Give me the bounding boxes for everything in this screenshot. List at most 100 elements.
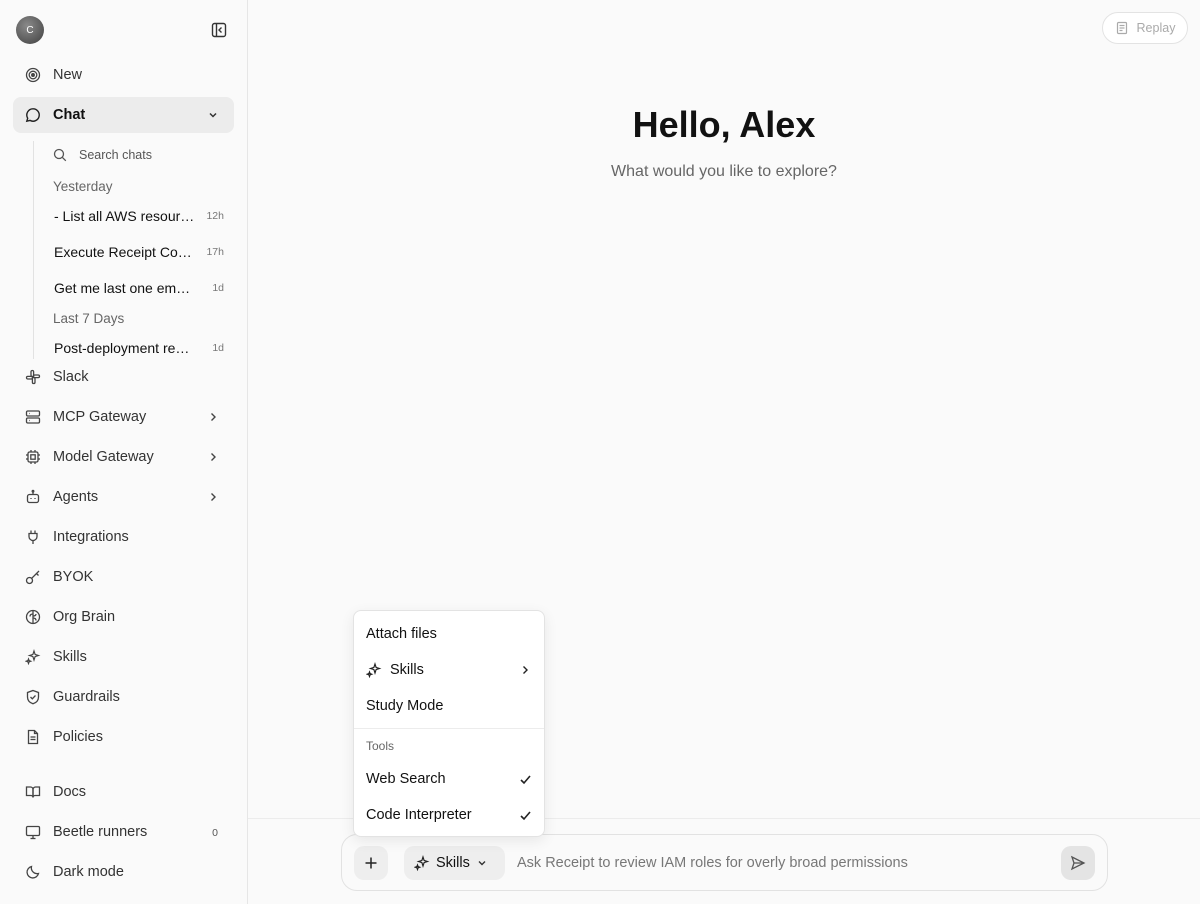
nav-policies[interactable]: Policies <box>13 719 234 755</box>
menu-code-interpreter[interactable]: Code Interpreter <box>366 804 534 826</box>
chat-title: Post-deployment readiness <box>54 340 197 356</box>
plus-icon <box>365 857 377 869</box>
send-icon <box>1070 855 1086 871</box>
nav-slack[interactable]: Slack <box>13 359 234 395</box>
chevron-down-icon[interactable] <box>206 108 220 122</box>
search-chats-label: Search chats <box>79 148 152 162</box>
sparkles-icon <box>366 662 382 678</box>
nav-label: Skills <box>53 649 87 665</box>
menu-web-search[interactable]: Web Search <box>366 768 534 790</box>
menu-item-label: Web Search <box>366 771 446 787</box>
brain-icon <box>24 609 41 626</box>
nav-mcp-gateway[interactable]: MCP Gateway <box>13 399 234 435</box>
menu-item-label: Study Mode <box>366 698 444 714</box>
nav-label: Beetle runners <box>53 824 148 840</box>
menu-attach-files[interactable]: Attach files <box>366 623 534 645</box>
runner-count-badge: 0 <box>212 827 218 839</box>
nav-beetle-runners[interactable]: Beetle runners 0 <box>13 814 234 850</box>
nav-label: Guardrails <box>53 689 120 705</box>
target-icon <box>24 67 41 84</box>
chat-bubble-icon <box>24 107 41 124</box>
prompt-input[interactable] <box>517 852 1037 874</box>
nav-label: Model Gateway <box>53 449 154 465</box>
avatar-initial: C <box>26 24 34 36</box>
nav-new[interactable]: New <box>13 57 234 93</box>
menu-item-label: Attach files <box>366 626 437 642</box>
skills-dropdown-button[interactable]: Skills <box>404 846 505 880</box>
menu-item-label: Code Interpreter <box>366 807 472 823</box>
document-icon <box>24 729 41 746</box>
nav-label: MCP Gateway <box>53 409 147 425</box>
sidebar: C New Chat Search chats Yesterday - List… <box>0 0 248 904</box>
main-panel: Replay Hello, Alex What would you like t… <box>248 0 1200 904</box>
nav-integrations[interactable]: Integrations <box>13 519 234 555</box>
nav-label: Policies <box>53 729 103 745</box>
chat-age: 12h <box>206 210 224 222</box>
chat-history-item[interactable]: Get me last one email from inbox 1d <box>54 278 224 298</box>
nav-model-gateway[interactable]: Model Gateway <box>13 439 234 475</box>
replay-icon <box>1115 21 1129 35</box>
nav-dark-mode[interactable]: Dark mode <box>13 854 234 890</box>
composer-options-menu: Attach files Skills Study Mode Tools Web… <box>353 610 545 837</box>
chat-history-item[interactable]: Post-deployment readiness 1d <box>54 338 224 358</box>
menu-section-heading: Tools <box>366 739 395 753</box>
nav-label: BYOK <box>53 569 94 585</box>
nav-org-brain[interactable]: Org Brain <box>13 599 234 635</box>
menu-divider <box>354 728 544 729</box>
chat-history-item[interactable]: Execute Receipt Controls 17h <box>54 242 224 262</box>
greeting-title: Hello, Alex <box>632 104 816 145</box>
nav-guardrails[interactable]: Guardrails <box>13 679 234 715</box>
greeting-subtitle: What would you like to explore? <box>611 163 837 180</box>
nav-skills[interactable]: Skills <box>13 639 234 675</box>
chat-history-item[interactable]: - List all AWS resources 12h <box>54 206 224 226</box>
chat-group-label: Last 7 Days <box>53 311 125 326</box>
nav-label: New <box>53 67 83 83</box>
skills-label: Skills <box>436 855 470 871</box>
slack-icon <box>24 369 41 386</box>
nav-label: Chat <box>53 107 86 123</box>
server-icon <box>24 409 41 426</box>
chat-group-label: Yesterday <box>53 179 113 194</box>
nav-byok[interactable]: BYOK <box>13 559 234 595</box>
menu-study-mode[interactable]: Study Mode <box>366 695 534 717</box>
checkmark-icon <box>518 772 532 786</box>
search-chats[interactable]: Search chats <box>53 145 152 165</box>
collapse-sidebar-icon[interactable] <box>210 21 228 39</box>
add-attachment-button[interactable] <box>354 846 388 880</box>
chevron-right-icon <box>518 663 532 677</box>
chevron-down-icon <box>476 857 488 869</box>
chevron-right-icon <box>206 490 220 504</box>
nav-label: Slack <box>53 369 89 385</box>
nav-label: Integrations <box>53 529 129 545</box>
chat-age: 1d <box>212 342 224 354</box>
chevron-right-icon <box>206 410 220 424</box>
chat-title: - List all AWS resources <box>54 208 197 224</box>
nav-chat[interactable]: Chat <box>13 97 234 133</box>
menu-skills[interactable]: Skills <box>366 659 534 681</box>
menu-item-label: Skills <box>390 662 424 678</box>
replay-button[interactable]: Replay <box>1102 12 1188 44</box>
search-icon <box>53 148 68 163</box>
sparkles-icon <box>24 649 41 666</box>
plug-icon <box>24 529 41 546</box>
nav-label: Org Brain <box>53 609 116 625</box>
nav-docs[interactable]: Docs <box>13 774 234 810</box>
avatar[interactable]: C <box>16 16 44 44</box>
book-open-icon <box>24 784 41 801</box>
composer: Skills <box>341 834 1108 891</box>
shield-check-icon <box>24 689 41 706</box>
monitor-icon <box>24 824 41 841</box>
nav-label: Dark mode <box>53 864 124 880</box>
checkmark-icon <box>518 808 532 822</box>
chat-age: 17h <box>206 246 224 258</box>
chat-title: Execute Receipt Controls <box>54 244 197 260</box>
chat-subtree-line <box>33 141 34 359</box>
nav-label: Docs <box>53 784 87 800</box>
send-button[interactable] <box>1061 846 1095 880</box>
nav-label: Agents <box>53 489 99 505</box>
moon-icon <box>24 864 41 881</box>
sparkles-icon <box>414 855 431 872</box>
bot-icon <box>24 489 41 506</box>
nav-agents[interactable]: Agents <box>13 479 234 515</box>
key-icon <box>24 569 41 586</box>
